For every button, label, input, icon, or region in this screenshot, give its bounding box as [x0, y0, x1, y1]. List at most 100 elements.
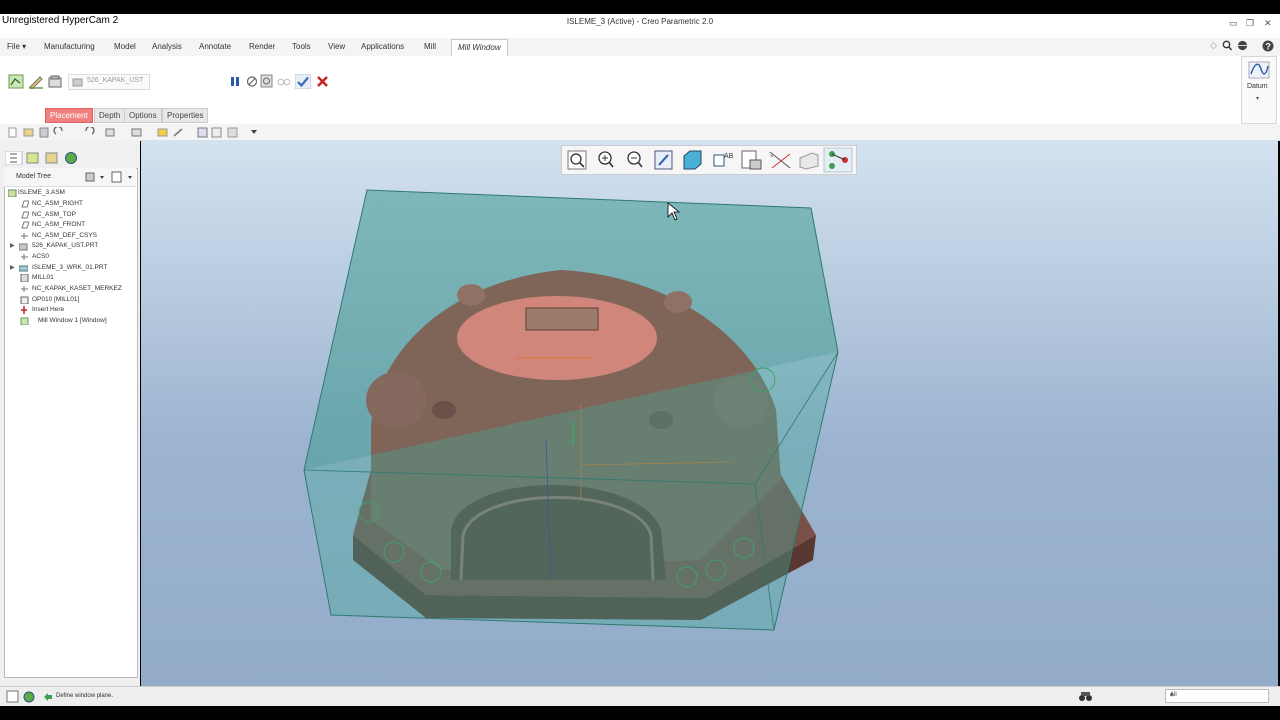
message-green-arrow-icon — [44, 693, 52, 701]
tab-analysis[interactable]: Analysis — [152, 42, 182, 51]
insert-here-arrow-icon — [21, 306, 27, 314]
datum-label: Datum — [1247, 83, 1268, 90]
tree-item-front-plane[interactable]: NC_ASM_FRONT — [32, 221, 85, 228]
tab-mill[interactable]: Mill — [424, 42, 436, 51]
tree-item-ref-part[interactable]: 526_KAPAK_UST.PRT — [32, 242, 98, 249]
tab-placement[interactable]: Placement — [45, 108, 93, 123]
search-icon[interactable] — [1222, 40, 1232, 51]
help-icon[interactable]: ? — [1262, 40, 1274, 52]
file-menu[interactable]: File ▾ — [7, 42, 26, 51]
restore-icon[interactable]: ❐ — [1246, 18, 1254, 29]
tab-options[interactable]: Options — [124, 108, 162, 123]
tree-item-kaset-merkez[interactable]: NC_KAPAK_KASET_MERKEZ — [32, 285, 122, 292]
tab-annotate[interactable]: Annotate — [199, 42, 231, 51]
menu-bar: File ▾ Manufacturing Model Analysis Anno… — [0, 38, 1280, 57]
repaint-icon[interactable] — [654, 150, 673, 170]
recording-bottom-band — [0, 706, 1280, 720]
graphics-toolbar: AB × — [561, 145, 857, 175]
machine-icon — [20, 274, 29, 282]
tab-manufacturing[interactable]: Manufacturing — [44, 42, 95, 51]
svg-text:×: × — [770, 154, 774, 160]
tree-item-mill-window[interactable]: Mill Window 1 [Window] — [38, 317, 107, 324]
tab-depth[interactable]: Depth — [94, 108, 126, 123]
minimize-icon[interactable]: ▭ — [1229, 18, 1238, 29]
expand-arrow-icon[interactable]: ▶ — [10, 264, 15, 271]
pause-icon[interactable] — [229, 75, 241, 88]
saved-orientations-icon[interactable]: AB — [713, 153, 734, 167]
wrap-window-icon[interactable] — [47, 74, 63, 89]
coordinate-system-icon — [21, 233, 28, 239]
assembly-icon — [8, 189, 17, 197]
tree-item-assembly[interactable]: ISLEME_3.ASM — [18, 189, 65, 196]
selection-filter-dropdown[interactable]: All ▾ — [1165, 689, 1269, 703]
quick-access-icons[interactable] — [8, 127, 258, 138]
window-type-mill-icon[interactable] — [8, 74, 24, 89]
annotation-display-icon[interactable] — [823, 147, 853, 173]
chevron-down-icon: ▾ — [1170, 692, 1174, 699]
tab-applications[interactable]: Applications — [361, 42, 404, 51]
status-toggle-icons[interactable] — [6, 690, 36, 704]
svg-text:?: ? — [1265, 42, 1271, 52]
model-tree-title: Model Tree — [16, 173, 52, 180]
sketch-window-icon[interactable] — [28, 74, 44, 89]
part-top-slot — [525, 307, 599, 331]
tab-render[interactable]: Render — [249, 42, 275, 51]
tree-item-op010[interactable]: OP010 [MILL01] — [32, 296, 79, 303]
bolt-hole-left — [432, 401, 456, 419]
no-preview-icon[interactable] — [246, 75, 258, 88]
tree-item-insert-here[interactable]: Insert Here — [32, 306, 64, 313]
datum-display-icon[interactable]: × — [769, 151, 791, 169]
view-manager-icon[interactable] — [741, 150, 762, 170]
tree-settings-icons[interactable] — [84, 171, 134, 183]
workpiece-icon — [19, 265, 28, 272]
tab-tools[interactable]: Tools — [292, 42, 311, 51]
find-binoculars-icon[interactable] — [1078, 690, 1094, 702]
expand-arrow-icon[interactable]: ▶ — [10, 242, 15, 249]
tree-item-top-plane[interactable]: NC_ASM_TOP — [32, 211, 76, 218]
confirm-checkmark-icon[interactable] — [295, 74, 311, 89]
tab-view[interactable]: View — [328, 42, 345, 51]
boss-left — [366, 372, 426, 428]
preview-icon[interactable] — [260, 74, 273, 88]
datum-plane-icon — [21, 221, 29, 229]
model-tree-header: Model Tree — [4, 168, 136, 187]
tree-item-right-plane[interactable]: NC_ASM_RIGHT — [32, 200, 83, 207]
datum-group[interactable]: Datum ▾ — [1241, 56, 1277, 124]
cancel-x-icon[interactable] — [316, 75, 329, 88]
datum-dropdown-icon[interactable]: ▾ — [1256, 95, 1259, 102]
graphics-viewport[interactable] — [141, 140, 1278, 686]
datum-plane-icon — [21, 200, 29, 208]
tab-mill-window[interactable]: Mill Window — [451, 39, 508, 56]
tree-item-acs0[interactable]: ACS0 — [32, 253, 49, 260]
navigator-tabs[interactable] — [5, 151, 83, 165]
boss-top-right — [664, 291, 692, 313]
status-bar: Define window plane. — [0, 686, 1280, 707]
tree-item-workpiece[interactable]: ISLEME_3_WRK_01.PRT — [32, 264, 107, 271]
coordinate-system-icon — [21, 286, 28, 292]
verify-glasses-icon[interactable] — [277, 75, 291, 88]
tab-properties[interactable]: Properties — [162, 108, 209, 123]
graphics-toolbar-icons: AB × — [567, 147, 853, 173]
part-icon — [19, 243, 28, 251]
status-message: Define window plane. — [56, 693, 114, 699]
reference-collector[interactable]: 526_KAPAK_UST — [68, 74, 150, 90]
spin-center-icon[interactable] — [799, 152, 819, 170]
zoom-out-icon[interactable] — [627, 151, 643, 168]
tree-item-default-csys[interactable]: NC_ASM_DEF_CSYS — [32, 232, 97, 239]
tab-model[interactable]: Model — [114, 42, 136, 51]
world-icon[interactable] — [1237, 40, 1250, 51]
ribbon-collapse-icon[interactable]: ◇ — [1210, 40, 1217, 51]
part-reference-icon — [72, 78, 83, 87]
coordinate-system-icon — [21, 254, 28, 260]
zoom-in-icon[interactable] — [598, 151, 614, 168]
datum-plane-icon — [21, 211, 29, 219]
boss-top-left — [457, 284, 485, 306]
tree-item-mill01[interactable]: MILL01 — [32, 274, 54, 281]
datum-curve-icon — [1248, 61, 1270, 79]
close-icon[interactable]: ✕ — [1264, 18, 1272, 29]
window-title: ISLEME_3 (Active) - Creo Parametric 2.0 — [566, 17, 714, 26]
display-style-icon[interactable] — [683, 150, 702, 170]
refit-icon[interactable] — [567, 150, 587, 170]
quick-access-toolbar — [0, 124, 1280, 141]
mill-window-icon — [20, 317, 29, 325]
